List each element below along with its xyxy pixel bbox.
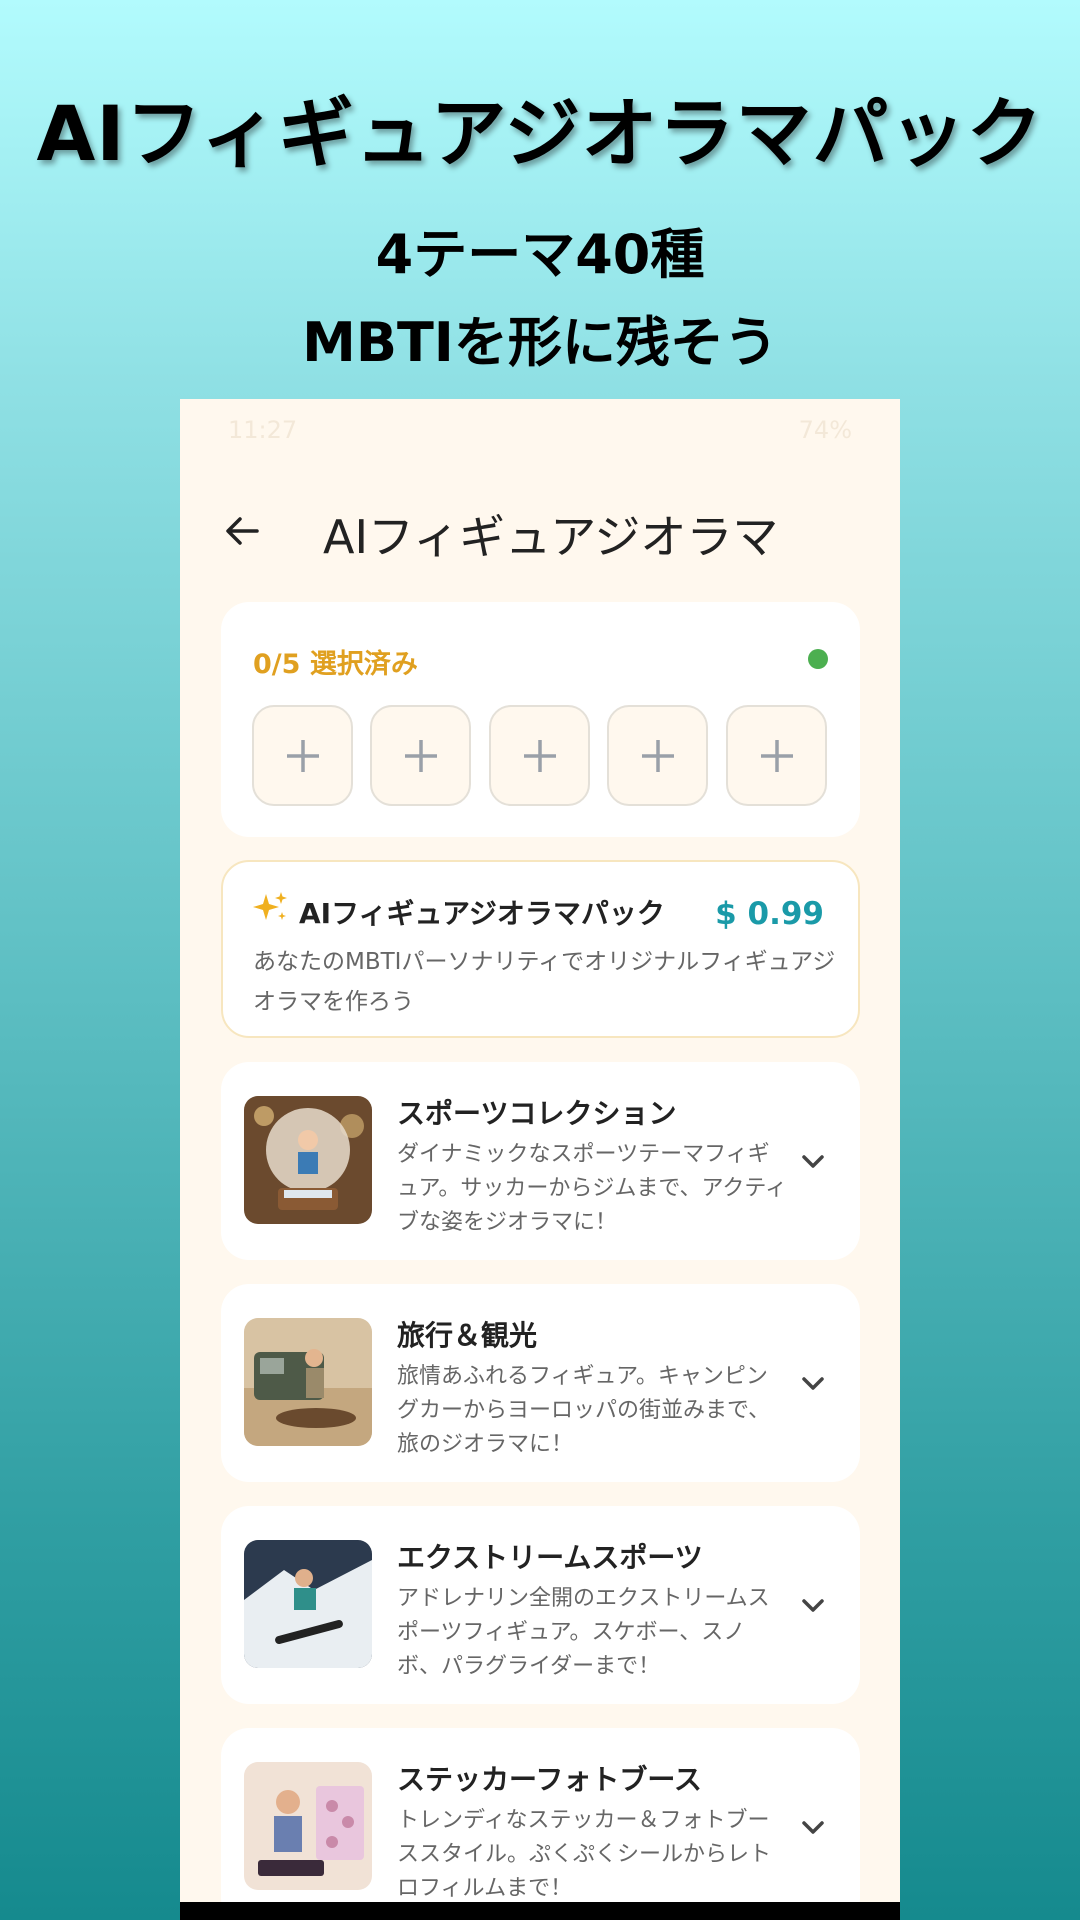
selection-slot-1[interactable] <box>252 705 353 806</box>
chevron-down-icon[interactable] <box>796 1588 830 1622</box>
selection-slot-5[interactable] <box>726 705 827 806</box>
selection-count-label: 0/5 選択済み <box>253 649 418 680</box>
sparkles-icon <box>253 892 287 920</box>
theme-name: ステッカーフォトブース <box>397 1763 702 1796</box>
plus-icon <box>404 739 437 772</box>
chevron-down-icon[interactable] <box>796 1366 830 1400</box>
promo-subtitle-line2: MBTIを形に残そう <box>302 311 778 374</box>
chevron-down-icon[interactable] <box>796 1144 830 1178</box>
pack-name: AIフィギュアジオラマパック <box>299 897 665 930</box>
promo-subtitle-line1: 4テーマ40種 <box>375 223 705 286</box>
pack-price: $ 0.99 <box>715 896 824 932</box>
selection-slot-3[interactable] <box>489 705 590 806</box>
app-bar: AIフィギュアジオラマ <box>180 461 900 601</box>
theme-name: エクストリームスポーツ <box>397 1541 703 1574</box>
plus-icon <box>523 739 556 772</box>
theme-description: トレンディなステッカー＆フォトブーススタイル。ぷくぷくシールからレトロフィルムま… <box>397 1808 772 1901</box>
theme-thumbnail-snow-globe <box>244 1096 372 1224</box>
back-button[interactable] <box>212 501 272 561</box>
theme-thumbnail-sticker <box>244 1762 372 1890</box>
selection-status-dot <box>808 649 828 669</box>
status-battery: 74% <box>798 416 852 444</box>
theme-thumbnail-snowboard <box>244 1540 372 1668</box>
pack-card[interactable]: AIフィギュアジオラマパック $ 0.99 あなたのMBTIパーソナリティでオリ… <box>221 860 860 1038</box>
theme-card-extreme-sports[interactable]: エクストリームスポーツ アドレナリン全開のエクストリームスポーツフィギュア。スケ… <box>221 1506 860 1704</box>
page-title: AIフィギュアジオラマ <box>323 510 779 564</box>
theme-description: 旅情あふれるフィギュア。キャンピングカーからヨーロッパの街並みまで、旅のジオラマ… <box>397 1364 771 1457</box>
selection-card: 0/5 選択済み <box>221 602 860 837</box>
plus-icon <box>286 739 319 772</box>
chevron-down-icon[interactable] <box>796 1810 830 1844</box>
theme-name: 旅行＆観光 <box>397 1319 538 1352</box>
phone-screen: 11:27 74% AIフィギュアジオラマ 0/5 選択済み AIフィギュアジオ… <box>180 399 900 1920</box>
back-arrow-icon <box>226 517 259 545</box>
theme-description: ダイナミックなスポーツテーマフィギュア。サッカーからジムまで、アクティブな姿をジ… <box>397 1142 788 1235</box>
navigation-bar <box>180 1902 900 1920</box>
plus-icon <box>760 739 793 772</box>
pack-description: あなたのMBTIパーソナリティでオリジナルフィギュアジオラマを作ろう <box>253 949 836 1015</box>
selection-slot-2[interactable] <box>370 705 471 806</box>
promo-title: AIフィギュアジオラマパック <box>36 89 1044 178</box>
theme-name: スポーツコレクション <box>397 1097 677 1130</box>
plus-icon <box>641 739 674 772</box>
status-time: 11:27 <box>228 416 298 444</box>
theme-description: アドレナリン全開のエクストリームスポーツフィギュア。スケボー、スノボ、パラグライ… <box>397 1586 770 1679</box>
theme-card-sticker-photobooth[interactable]: ステッカーフォトブース トレンディなステッカー＆フォトブーススタイル。ぷくぷくシ… <box>221 1728 860 1920</box>
theme-card-travel[interactable]: 旅行＆観光 旅情あふれるフィギュア。キャンピングカーからヨーロッパの街並みまで、… <box>221 1284 860 1482</box>
theme-thumbnail-travel <box>244 1318 372 1446</box>
theme-card-sports[interactable]: スポーツコレクション ダイナミックなスポーツテーマフィギュア。サッカーからジムま… <box>221 1062 860 1260</box>
selection-slot-4[interactable] <box>607 705 708 806</box>
status-bar: 11:27 74% <box>180 399 900 461</box>
